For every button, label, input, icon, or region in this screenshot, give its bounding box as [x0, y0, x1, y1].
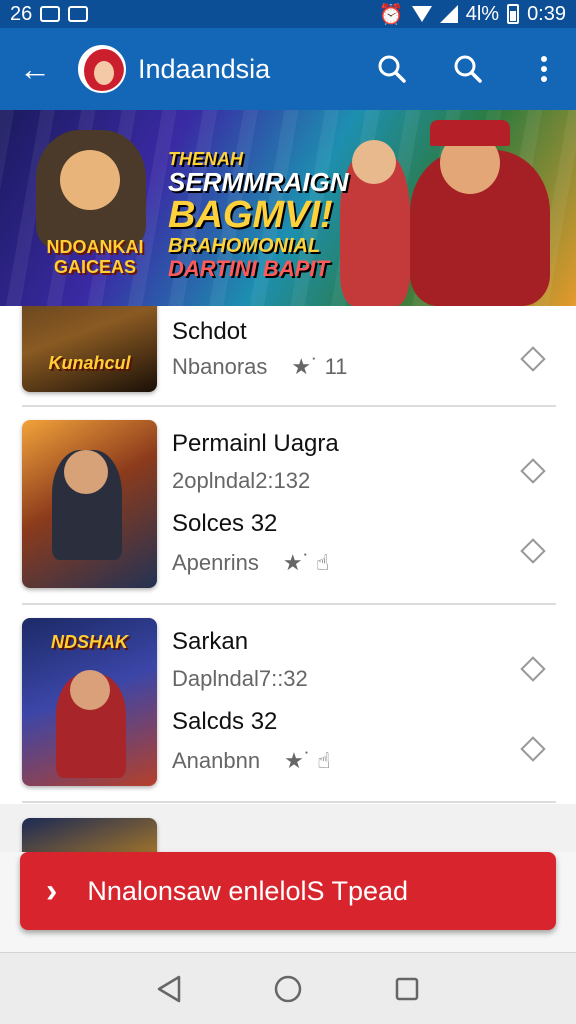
- chevron-right-icon: ›: [46, 871, 58, 910]
- divider: [22, 801, 556, 803]
- game-meta: Apenrins ★˙ ☝: [172, 550, 330, 575]
- game-title: Permainl Uagra: [172, 430, 339, 457]
- back-arrow-icon[interactable]: ←: [14, 48, 56, 90]
- recents-nav-icon[interactable]: [387, 969, 427, 1009]
- page-title: Indaandsia: [138, 53, 271, 84]
- list-item[interactable]: NDSHAK Sarkan Daplndal7::32 Salcds 32 An…: [0, 618, 576, 788]
- battery-icon: [507, 4, 520, 24]
- battery-percent: 4l%: [465, 2, 500, 25]
- share-diamond-icon[interactable]: [520, 656, 546, 682]
- alarm-icon: ⏰: [378, 3, 404, 26]
- list-item[interactable]: [0, 804, 576, 852]
- banner-logo: NDOANKAI GAICEAS: [46, 237, 144, 277]
- promo-banner[interactable]: NDOANKAI GAICEAS THENAH SERMMRAIGN BAGMV…: [0, 110, 576, 306]
- list-item[interactable]: Kunahcul Schdot Nbanoras ★˙ 11: [0, 306, 576, 404]
- install-diamond-icon[interactable]: [520, 538, 546, 564]
- hero-face: [60, 150, 120, 210]
- star-rating-icon: ★˙ ☝: [284, 748, 331, 773]
- game-thumbnail: Kunahcul: [22, 306, 157, 392]
- game-title: Schdot: [172, 318, 247, 345]
- install-diamond-icon[interactable]: [520, 736, 546, 762]
- game-thumbnail: [22, 818, 157, 852]
- game-meta: Nbanoras ★˙ 11: [172, 354, 348, 379]
- status-bar: 26 ⏰ 4l% 0:39: [0, 0, 576, 28]
- star-rating-icon: ★˙ ☝: [282, 550, 330, 575]
- game-sales: Salcds 32: [172, 708, 278, 735]
- game-sales: Solces 32: [172, 510, 278, 537]
- divider: [22, 405, 556, 407]
- game-notification-icon: [68, 6, 89, 22]
- game-list: Kunahcul Schdot Nbanoras ★˙ 11 Permainl …: [0, 306, 576, 852]
- download-button[interactable]: › Nnalonsaw enlelolS Tpead: [20, 852, 556, 930]
- share-diamond-icon[interactable]: [520, 458, 546, 484]
- system-nav-bar: [0, 952, 576, 1024]
- game-thumbnail: NDSHAK: [22, 618, 157, 786]
- banner-headline: THENAH SERMMRAIGN BAGMVI! BRAHOMONIAL DA…: [168, 149, 349, 282]
- home-nav-icon[interactable]: [268, 969, 308, 1009]
- game-date: Daplndal7::32: [172, 666, 308, 691]
- game-meta: Ananbnn ★˙ ☝: [172, 748, 331, 773]
- download-button-label: Nnalonsaw enlelolS Tpead: [87, 875, 409, 906]
- search-alt-icon[interactable]: [450, 51, 486, 87]
- status-clock: 0:39: [527, 2, 566, 25]
- game-thumbnail: [22, 420, 157, 588]
- app-bar: ← Indaandsia: [0, 28, 576, 110]
- list-item[interactable]: Permainl Uagra 2oplndal2:132 Solces 32 A…: [0, 420, 576, 590]
- avatar[interactable]: [78, 45, 126, 93]
- wifi-icon: [411, 6, 432, 22]
- back-nav-icon[interactable]: [149, 969, 189, 1009]
- divider: [22, 603, 556, 605]
- game-date: 2oplndal2:132: [172, 468, 311, 493]
- status-time-left: 26: [10, 2, 33, 25]
- signal-icon: [439, 5, 458, 23]
- gallery-notification-icon: [40, 6, 61, 22]
- star-rating-icon: ★˙ 11: [291, 354, 348, 379]
- warrior-hat: [430, 120, 510, 146]
- search-icon[interactable]: [374, 51, 410, 87]
- install-diamond-icon[interactable]: [520, 346, 546, 372]
- more-options-icon[interactable]: [526, 51, 562, 87]
- game-title: Sarkan: [172, 628, 249, 655]
